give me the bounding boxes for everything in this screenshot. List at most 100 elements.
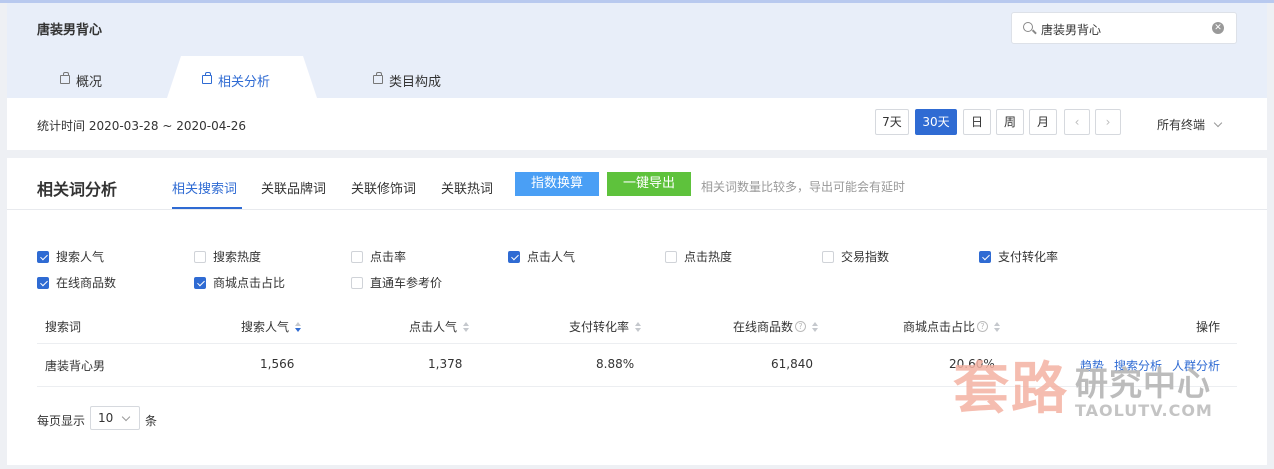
watermark-site-text: TAOLUTV.COM [1075, 401, 1213, 420]
keyword-title: 唐装男背心 [37, 23, 103, 38]
bag-icon [202, 72, 212, 84]
range-day-button[interactable]: 日 [963, 109, 991, 135]
chevron-right-icon: › [1105, 115, 1111, 129]
cell-click-popularity: 1,378 [428, 357, 463, 371]
tab-label: 相关分析 [218, 75, 271, 90]
sort-icon[interactable] [635, 321, 642, 332]
chevron-down-icon [1213, 118, 1223, 128]
page-size-unit: 条 [145, 414, 158, 428]
tab-related-hot-words[interactable]: 关联热词 [441, 178, 493, 197]
metric-checkbox[interactable]: 交易指数 [822, 248, 889, 265]
range-7-days-button[interactable]: 7天 [875, 109, 909, 135]
bag-icon [60, 72, 70, 84]
help-icon[interactable]: ? [977, 321, 989, 332]
tab-label: 概况 [76, 75, 103, 90]
clear-icon[interactable]: ✕ [1212, 22, 1224, 34]
tab-related-analysis[interactable]: 相关分析 [202, 63, 270, 98]
tab-related-modifier-words[interactable]: 关联修饰词 [351, 178, 416, 197]
checkbox-label: 点击热度 [684, 250, 733, 264]
cell-online-items: 61,840 [771, 357, 813, 371]
checkbox-icon [665, 250, 677, 263]
checkbox-label: 在线商品数 [56, 276, 117, 290]
cell-keyword: 唐装背心男 [45, 359, 106, 373]
terminal-select[interactable]: 所有终端 [1157, 116, 1223, 133]
range-30-days-button[interactable]: 30天 [915, 109, 957, 135]
range-week-button[interactable]: 周 [996, 109, 1024, 135]
statistics-period: 统计时间 2020-03-28 ~ 2020-04-26 [37, 119, 246, 133]
checkbox-label: 支付转化率 [998, 250, 1059, 264]
metric-checkbox[interactable]: 搜索人气 [37, 248, 104, 265]
range-month-button[interactable]: 月 [1029, 109, 1057, 135]
next-period-button[interactable]: › [1095, 109, 1121, 135]
checkbox-icon [822, 250, 834, 263]
metric-checkbox[interactable]: 点击人气 [508, 248, 575, 265]
column-header-label: 在线商品数 [733, 320, 794, 334]
search-input-value: 唐装男背心 [1041, 23, 1102, 37]
metric-checkbox[interactable]: 直通车参考价 [351, 274, 442, 291]
cell-conversion-rate: 8.88% [596, 357, 635, 371]
column-header-click-popularity[interactable]: 点击人气 [409, 318, 470, 335]
export-button[interactable]: 一键导出 [607, 172, 691, 196]
checkbox-icon [508, 250, 520, 263]
metric-checkbox[interactable]: 搜索热度 [194, 248, 261, 265]
checkbox-icon [37, 250, 49, 263]
keyword-search-input[interactable]: 唐装男背心 ✕ [1011, 12, 1237, 44]
column-header-label: 支付转化率 [569, 320, 630, 334]
column-header-label: 搜索词 [45, 320, 82, 334]
checkbox-icon [979, 250, 991, 263]
column-header-label: 操作 [1196, 320, 1221, 334]
chevron-down-icon [121, 412, 131, 422]
column-header-mall-click-ratio[interactable]: 商城点击占比? [903, 318, 1001, 335]
sort-icon[interactable] [463, 321, 470, 332]
watermark-sub-text: 研究中心 [1075, 364, 1211, 403]
export-tip: 相关词数量比较多，导出可能会有延时 [701, 180, 906, 194]
section-divider [7, 209, 1267, 210]
page-size-label: 每页显示 [37, 414, 86, 428]
tab-related-search-words[interactable]: 相关搜索词 [172, 178, 237, 197]
column-header-label: 商城点击占比 [903, 320, 976, 334]
checkbox-label: 搜索人气 [56, 250, 105, 264]
table-header-divider [37, 343, 1237, 344]
column-header-keyword: 搜索词 [45, 318, 81, 335]
checkbox-icon [351, 250, 363, 263]
watermark-main-text: 套路 [953, 357, 1069, 422]
sort-icon[interactable] [295, 321, 302, 332]
tab-label: 类目构成 [389, 75, 442, 90]
page-size-select[interactable]: 10 [90, 406, 140, 430]
checkbox-icon [37, 276, 49, 289]
checkbox-label: 点击率 [370, 250, 407, 264]
sort-icon[interactable] [812, 321, 819, 332]
checkbox-label: 交易指数 [841, 250, 890, 264]
index-conversion-button[interactable]: 指数换算 [515, 172, 599, 196]
checkbox-label: 直通车参考价 [370, 276, 443, 290]
sort-icon[interactable] [994, 321, 1001, 332]
checkbox-icon [351, 276, 363, 289]
checkbox-label: 点击人气 [527, 250, 576, 264]
watermark: 套路 研究中心 TAOLUTV.COM [953, 360, 1213, 420]
help-icon[interactable]: ? [795, 321, 807, 332]
chevron-left-icon: ‹ [1074, 115, 1080, 129]
column-header-search-popularity[interactable]: 搜索人气 [241, 318, 302, 335]
checkbox-label: 商城点击占比 [213, 276, 286, 290]
column-header-actions: 操作 [1196, 318, 1220, 335]
checkbox-icon [194, 250, 206, 263]
tab-category-composition[interactable]: 类目构成 [373, 63, 441, 98]
metric-checkbox[interactable]: 在线商品数 [37, 274, 116, 291]
prev-period-button[interactable]: ‹ [1064, 109, 1090, 135]
checkbox-label: 搜索热度 [213, 250, 262, 264]
column-header-online-items[interactable]: 在线商品数? [733, 318, 819, 335]
metric-checkbox[interactable]: 点击热度 [665, 248, 732, 265]
column-header-label: 点击人气 [409, 320, 458, 334]
keyword-header: 唐装男背心 唐装男背心 ✕ 概况 相关分析 类目构成 统计时间 2020-03-… [7, 3, 1267, 150]
tab-overview[interactable]: 概况 [60, 63, 102, 98]
column-header-label: 搜索人气 [241, 320, 290, 334]
column-header-conversion-rate[interactable]: 支付转化率 [569, 318, 642, 335]
tab-related-brand-words[interactable]: 关联品牌词 [261, 178, 326, 197]
checkbox-icon [194, 276, 206, 289]
metric-checkbox[interactable]: 支付转化率 [979, 248, 1058, 265]
cell-search-popularity: 1,566 [260, 357, 295, 371]
metric-checkbox[interactable]: 商城点击占比 [194, 274, 285, 291]
bag-icon [373, 72, 383, 84]
page-size-value: 10 [98, 411, 114, 425]
metric-checkbox[interactable]: 点击率 [351, 248, 406, 265]
